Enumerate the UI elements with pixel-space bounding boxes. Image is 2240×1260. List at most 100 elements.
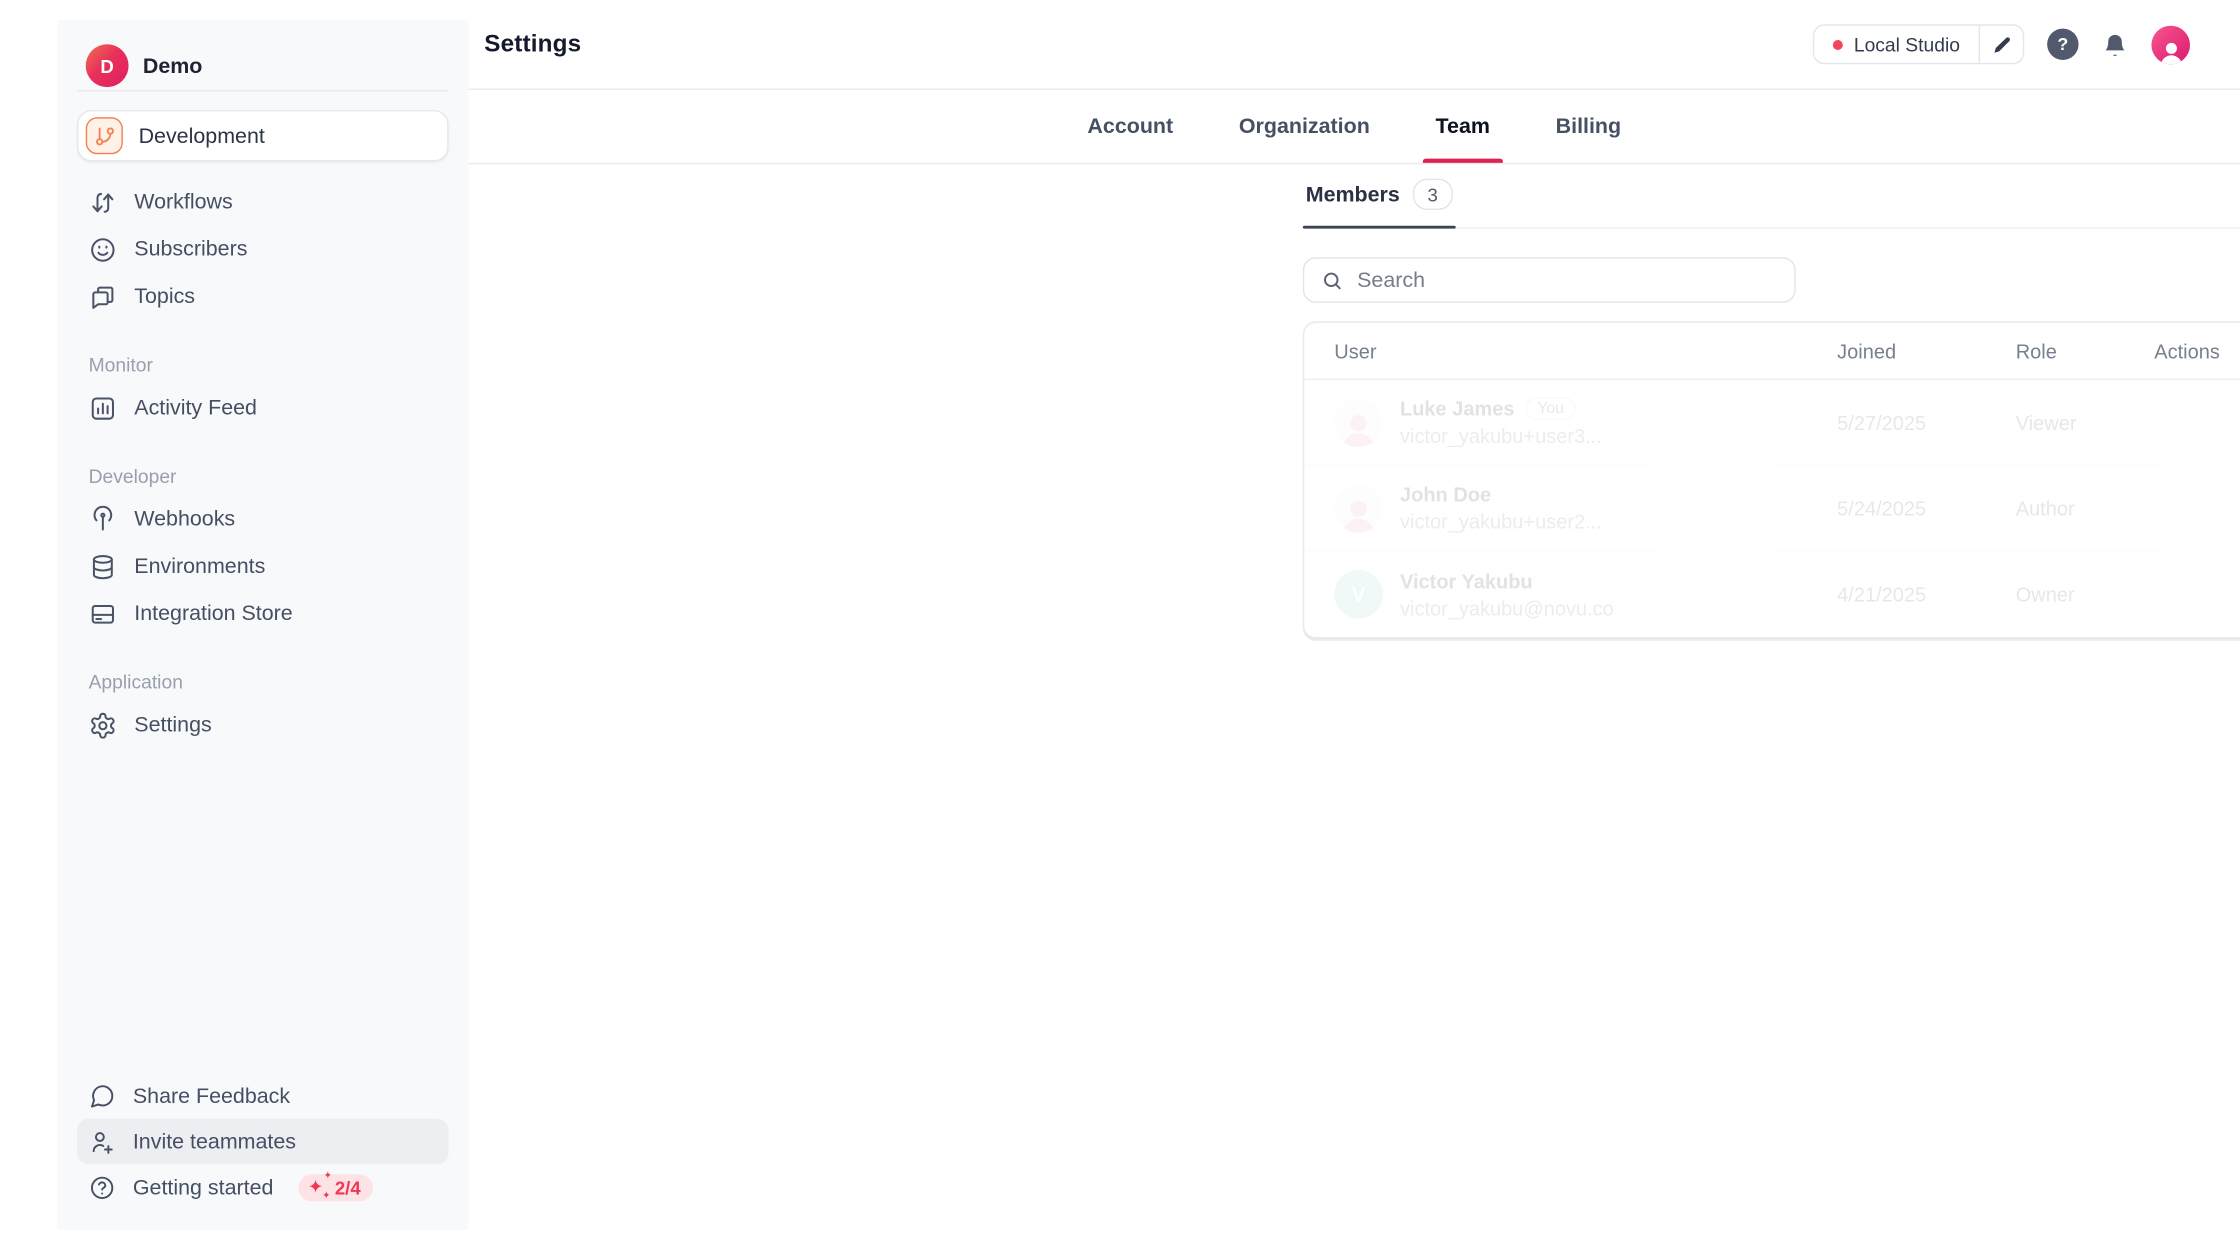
environment-label: Development: [139, 124, 265, 148]
webhooks-icon: [89, 505, 118, 534]
sidebar-item-label: Settings: [134, 713, 211, 737]
table-row[interactable]: John Doe victor_yakubu+user2... 5/24/202…: [1304, 466, 2240, 552]
you-badge: You: [1526, 397, 1575, 420]
getting-started-label: Getting started: [133, 1175, 274, 1199]
member-joined: 4/21/2025: [1837, 583, 2016, 606]
table-row[interactable]: Luke James You victor_yakubu+user3... 5/…: [1304, 380, 2240, 466]
member-email: victor_yakubu+user3...: [1400, 424, 1602, 447]
getting-started-progress: 2/4: [335, 1176, 361, 1197]
section-label-monitor: Monitor: [57, 350, 468, 379]
workflows-icon: [89, 188, 118, 217]
person-icon: [1337, 406, 1380, 446]
topics-icon: [89, 282, 118, 311]
member-avatar: V: [1334, 570, 1383, 619]
sidebar-item-label: Subscribers: [134, 237, 247, 261]
question-mark-icon: ?: [2057, 34, 2068, 54]
edit-button[interactable]: [1980, 26, 2023, 63]
sidebar-item-label: Workflows: [134, 190, 232, 214]
invite-teammates-button[interactable]: Invite teammates: [77, 1119, 448, 1165]
main-area: Settings Local Studio ?: [469, 0, 2240, 1260]
activity-feed-icon: [89, 394, 118, 423]
table-row[interactable]: V Victor Yakubu victor_yakubu@novu.co 4/…: [1304, 551, 2240, 637]
member-role: Author: [2016, 496, 2155, 519]
member-avatar: [1334, 398, 1383, 447]
table-rows: Luke James You victor_yakubu+user3... 5/…: [1304, 380, 2240, 637]
user-plus-icon: [89, 1128, 116, 1155]
section-label-developer: Developer: [57, 461, 468, 490]
git-branch-icon: [86, 117, 123, 154]
search-input[interactable]: [1357, 268, 1777, 292]
team-content: Members 3 User Joined Role Actions: [1303, 161, 2240, 638]
search-icon: [1321, 269, 1342, 290]
status-dot: [1832, 39, 1842, 49]
sidebar-item-label: Environments: [134, 554, 265, 578]
help-button[interactable]: ?: [2047, 29, 2078, 60]
local-studio-label: Local Studio: [1854, 34, 1960, 55]
environment-switcher[interactable]: Development: [77, 110, 448, 161]
person-icon: [2156, 36, 2186, 63]
sidebar-nav: Workflows Subscribers Topics: [57, 179, 468, 320]
sidebar-footer: Share Feedback Invite teammates Getting …: [77, 1073, 448, 1210]
page-title: Settings: [484, 30, 581, 59]
org-avatar: D: [86, 44, 129, 87]
sidebar-item-topics[interactable]: Topics: [57, 273, 468, 320]
table-header: User Joined Role Actions: [1304, 323, 2240, 380]
share-feedback-button[interactable]: Share Feedback: [77, 1073, 448, 1119]
notifications-button[interactable]: [2101, 31, 2128, 58]
sidebar-item-integration-store[interactable]: Integration Store: [57, 590, 468, 637]
members-search[interactable]: [1303, 257, 1796, 303]
bell-icon: [2101, 31, 2128, 58]
sidebar-item-webhooks[interactable]: Webhooks: [57, 496, 468, 543]
share-feedback-label: Share Feedback: [133, 1084, 290, 1108]
sidebar-item-label: Topics: [134, 284, 195, 308]
member-avatar: [1334, 484, 1383, 533]
feedback-bubble-icon: [89, 1082, 116, 1109]
org-switcher[interactable]: D Demo: [86, 44, 446, 87]
local-studio-button[interactable]: Local Studio: [1814, 26, 1979, 63]
environments-icon: [89, 552, 118, 581]
tab-billing[interactable]: Billing: [1547, 90, 1630, 163]
invite-teammates-label: Invite teammates: [133, 1129, 296, 1153]
tab-team[interactable]: Team: [1427, 90, 1499, 163]
members-table: User Joined Role Actions Luke: [1303, 321, 2240, 638]
getting-started-button[interactable]: Getting started ✦✦✦ 2/4: [77, 1164, 448, 1210]
sidebar-item-environments[interactable]: Environments: [57, 543, 468, 590]
sidebar-item-subscribers[interactable]: Subscribers: [57, 226, 468, 273]
members-count-badge: 3: [1413, 179, 1453, 210]
help-circle-icon: [89, 1174, 116, 1201]
sidebar-item-activity-feed[interactable]: Activity Feed: [57, 384, 468, 431]
section-label-application: Application: [57, 667, 468, 696]
sidebar-item-settings[interactable]: Settings: [57, 701, 468, 748]
member-name: John Doe: [1400, 483, 1491, 506]
person-icon: [1337, 492, 1380, 532]
topbar-controls: Local Studio ?: [1812, 24, 2190, 64]
user-avatar[interactable]: [2151, 25, 2190, 64]
column-joined: Joined: [1837, 339, 2016, 362]
local-studio-pill: Local Studio: [1812, 24, 2024, 64]
getting-started-progress-badge: ✦✦✦ 2/4: [299, 1174, 373, 1201]
member-joined: 5/27/2025: [1837, 411, 2016, 434]
member-email: victor_yakubu@novu.co: [1400, 596, 1614, 619]
sidebar: D Demo Development Workflows Subscribers: [57, 20, 468, 1230]
org-initial: D: [100, 55, 113, 76]
sidebar-item-label: Activity Feed: [134, 396, 257, 420]
integration-store-icon: [89, 599, 118, 628]
sidebar-divider: [77, 90, 448, 91]
settings-gear-icon: [89, 711, 118, 740]
sidebar-item-label: Webhooks: [134, 507, 235, 531]
sidebar-item-label: Integration Store: [134, 601, 292, 625]
member-name: Victor Yakubu: [1400, 569, 1533, 592]
subtab-members[interactable]: Members 3: [1303, 161, 1456, 227]
member-role: Viewer: [2016, 411, 2155, 434]
settings-tabs: Account Organization Team Billing: [469, 90, 2240, 164]
tab-account[interactable]: Account: [1079, 90, 1182, 163]
sidebar-item-workflows[interactable]: Workflows: [57, 179, 468, 226]
app-root: D Demo Development Workflows Subscribers: [0, 0, 2240, 1260]
column-actions: Actions: [2154, 339, 2240, 362]
topbar: Settings Local Studio ?: [469, 0, 2240, 90]
column-user: User: [1334, 339, 1837, 362]
tab-organization[interactable]: Organization: [1230, 90, 1378, 163]
member-email: victor_yakubu+user2...: [1400, 510, 1602, 533]
sparkles-icon: ✦✦✦: [309, 1177, 329, 1197]
members-subtab-bar: Members 3: [1303, 161, 2240, 228]
